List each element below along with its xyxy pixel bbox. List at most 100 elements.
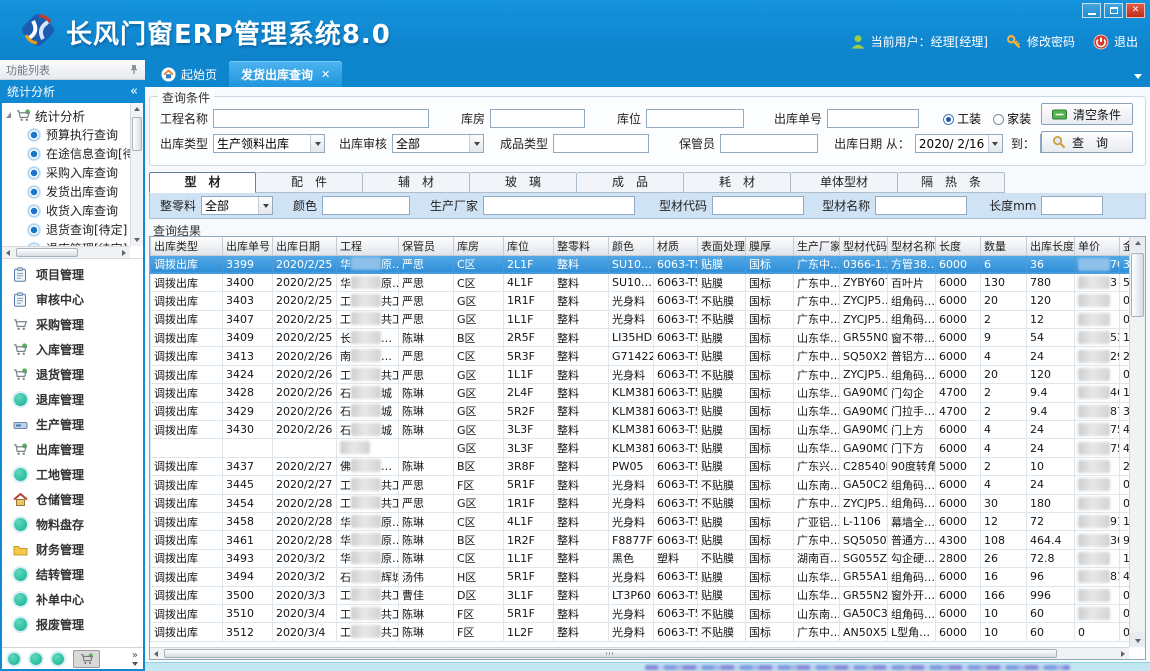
material-tab-3[interactable]: 辅 材 xyxy=(363,172,470,193)
table-row[interactable]: 调拨出库34002020/2/25华原…严思C区4L1F整料SU10…6063-… xyxy=(151,273,1136,291)
table-row[interactable]: G区3L3F整料KLM38176063-T5贴膜国标山东华…GA90M09…门下… xyxy=(151,439,1136,457)
table-row[interactable]: 调拨出库34612020/2/28华原…陈琳B区1R2F整料F8877FT606… xyxy=(151,531,1136,549)
close-button[interactable]: ✕ xyxy=(1126,3,1145,18)
maximize-button[interactable] xyxy=(1104,3,1123,18)
table-row[interactable]: 调拨出库35122020/3/4工共工程陈琳F区1L2F整料光身料6063-T5… xyxy=(151,623,1136,641)
combo-arrow-icon[interactable] xyxy=(469,135,483,152)
order-no-input[interactable] xyxy=(827,109,919,128)
table-row[interactable]: 调拨出库34032020/2/25工共工程严思G区1R1F整料光身料6063-T… xyxy=(151,292,1136,310)
logout-button[interactable]: 退出 xyxy=(1093,33,1138,50)
table-row[interactable]: 调拨出库34372020/2/27佛…陈琳B区3R8F整料PW056063-T5… xyxy=(151,457,1136,475)
length-input[interactable] xyxy=(1041,196,1103,215)
material-tab-1[interactable]: 型 材 xyxy=(149,172,256,193)
tree-item-预算执行查询[interactable]: 预算执行查询 xyxy=(2,125,130,144)
clear-conditions-button[interactable]: 清空条件 xyxy=(1041,103,1133,125)
table-row[interactable]: 调拨出库35102020/3/4工共工程陈琳F区5R1F整料光身料6063-T5… xyxy=(151,604,1136,622)
table-row[interactable]: 调拨出库33992020/2/25华原…严思C区2L1F整料SU10…6063-… xyxy=(151,255,1136,273)
material-tab-4[interactable]: 玻 璃 xyxy=(470,172,577,193)
table-row[interactable]: 调拨出库34072020/2/25工共工程严思G区1L1F整料光身料6063-T… xyxy=(151,310,1136,328)
module-补单中心[interactable]: 补单中心 xyxy=(2,587,143,612)
tree-item-退货查询[待定][interactable]: 退货查询[待定] xyxy=(2,220,130,239)
column-header-length[interactable]: 长度 xyxy=(936,237,981,255)
column-header-film[interactable]: 膜厚 xyxy=(746,237,794,255)
combo-arrow-icon[interactable] xyxy=(258,197,272,214)
table-row[interactable]: 调拨出库35002020/3/3工共工程曹佳D区3L1F整料LT3P606063… xyxy=(151,586,1136,604)
tab-close-icon[interactable]: ✕ xyxy=(321,68,330,81)
material-tab-6[interactable]: 耗 材 xyxy=(684,172,791,193)
combo-arrow-icon[interactable] xyxy=(310,135,324,152)
collapse-panel-button[interactable]: « xyxy=(130,84,138,99)
column-header-warehouse[interactable]: 库房 xyxy=(454,237,504,255)
column-header-factory[interactable]: 生产厂家 xyxy=(794,237,840,255)
module-生产管理[interactable]: 生产管理 xyxy=(2,412,143,437)
quick-circle-icon[interactable] xyxy=(52,653,64,665)
profile-code-input[interactable] xyxy=(712,196,804,215)
pin-icon[interactable] xyxy=(129,64,139,75)
column-header-material[interactable]: 材质 xyxy=(654,237,698,255)
column-header-location[interactable]: 库位 xyxy=(504,237,554,255)
keeper-input[interactable] xyxy=(720,134,818,153)
table-row[interactable]: 调拨出库34292020/2/26石城陈琳G区5R2F整料KLM38176063… xyxy=(151,402,1136,420)
audit-combo[interactable]: 全部 xyxy=(392,134,484,153)
product-type-input[interactable] xyxy=(553,134,649,153)
project-name-input[interactable] xyxy=(213,109,429,128)
table-row[interactable]: 调拨出库34282020/2/26石城陈琳G区2L4F整料KLM38176063… xyxy=(151,384,1136,402)
column-header-project[interactable]: 工程 xyxy=(337,237,399,255)
module-报废管理[interactable]: 报废管理 xyxy=(2,612,143,637)
grid-vertical-scrollbar[interactable] xyxy=(1129,237,1145,647)
date-from-picker[interactable]: 2020/ 2/16 xyxy=(915,134,1003,153)
table-row[interactable]: 调拨出库34132020/2/26南…严思C区5R3F整料G714226063-… xyxy=(151,347,1136,365)
module-物料盘存[interactable]: 物料盘存 xyxy=(2,512,143,537)
column-header-keeper[interactable]: 保管员 xyxy=(399,237,454,255)
column-header-out-length[interactable]: 出库长度 xyxy=(1027,237,1075,255)
material-tab-7[interactable]: 单体型材 xyxy=(791,172,898,193)
table-row[interactable]: 调拨出库34242020/2/26工共工程严思G区1L1F整料光身料6063-T… xyxy=(151,365,1136,383)
module-结转管理[interactable]: 结转管理 xyxy=(2,562,143,587)
quick-circle-icon[interactable] xyxy=(30,653,42,665)
minimize-button[interactable] xyxy=(1082,3,1101,18)
radio-jiazhuang[interactable]: 家装 xyxy=(993,110,1031,127)
factory-input[interactable] xyxy=(483,196,635,215)
table-row[interactable]: 调拨出库34932020/3/2华原…陈琳C区1L1F整料黑色塑料不贴膜国标湖南… xyxy=(151,549,1136,567)
table-row[interactable]: 调拨出库34092020/2/25长…陈琳B区2R5F整料LI35HD6063-… xyxy=(151,329,1136,347)
quick-circle-icon[interactable] xyxy=(8,653,20,665)
module-财务管理[interactable]: 财务管理 xyxy=(2,537,143,562)
column-header-profile-code[interactable]: 型材代码 xyxy=(840,237,888,255)
table-row[interactable]: 调拨出库34542020/2/28工共工程严思G区1R1F整料光身料6063-T… xyxy=(151,494,1136,512)
column-header-quantity[interactable]: 数量 xyxy=(981,237,1027,255)
whole-part-combo[interactable]: 全部 xyxy=(201,196,273,215)
vertical-scroll-thumb[interactable] xyxy=(1131,253,1144,317)
tree-expander-icon[interactable] xyxy=(6,112,11,118)
module-工地管理[interactable]: 工地管理 xyxy=(2,462,143,487)
module-退库管理[interactable]: 退库管理 xyxy=(2,387,143,412)
column-header-color[interactable]: 颜色 xyxy=(609,237,654,255)
profile-name-input[interactable] xyxy=(875,196,967,215)
cart-tool-button[interactable] xyxy=(73,650,100,668)
tree-item-退库管理[待定][interactable]: 退库管理[待定] xyxy=(2,239,130,246)
radio-gongzhuang[interactable]: 工装 xyxy=(943,110,981,127)
tree-item-采购入库查询[interactable]: 采购入库查询 xyxy=(2,163,130,182)
tree-vertical-scrollbar[interactable] xyxy=(130,103,143,246)
location-input[interactable] xyxy=(646,109,744,128)
tab-shipment-outbound-query[interactable]: 发货出库查询 ✕ xyxy=(229,61,342,87)
column-header-out-type[interactable]: 出库类型 xyxy=(151,237,223,255)
tree-item-在途信息查询[待[interactable]: 在途信息查询[待 xyxy=(2,144,130,163)
material-tab-2[interactable]: 配 件 xyxy=(256,172,363,193)
material-tab-5[interactable]: 成 品 xyxy=(577,172,684,193)
table-row[interactable]: 调拨出库34302020/2/26石城陈琳G区3L3F整料KLM38176063… xyxy=(151,421,1136,439)
search-button[interactable]: 查 询 xyxy=(1041,131,1133,153)
horizontal-scroll-thumb[interactable] xyxy=(164,649,1057,658)
column-header-unit-price[interactable]: 单价 xyxy=(1075,237,1120,255)
column-header-order-no[interactable]: 出库单号 xyxy=(223,237,273,255)
module-审核中心[interactable]: 审核中心 xyxy=(2,287,143,312)
table-row[interactable]: 调拨出库34582020/2/28华原…陈琳C区4L1F整料光身料6063-T5… xyxy=(151,512,1136,530)
out-type-combo[interactable]: 生产领料出库 xyxy=(213,134,325,153)
module-入库管理[interactable]: 入库管理 xyxy=(2,337,143,362)
warehouse-input[interactable] xyxy=(490,109,585,128)
material-tab-8[interactable]: 隔 热 条 xyxy=(898,172,1005,193)
tree-item-发货出库查询[interactable]: 发货出库查询 xyxy=(2,182,130,201)
tree-horizontal-scrollbar[interactable] xyxy=(2,246,130,258)
table-row[interactable]: 调拨出库34942020/3/2石辉城汤伟H区5R1F整料光身料6063-T5贴… xyxy=(151,568,1136,586)
grid-horizontal-scrollbar[interactable] xyxy=(150,647,1129,659)
column-header-out-date[interactable]: 出库日期 xyxy=(273,237,337,255)
